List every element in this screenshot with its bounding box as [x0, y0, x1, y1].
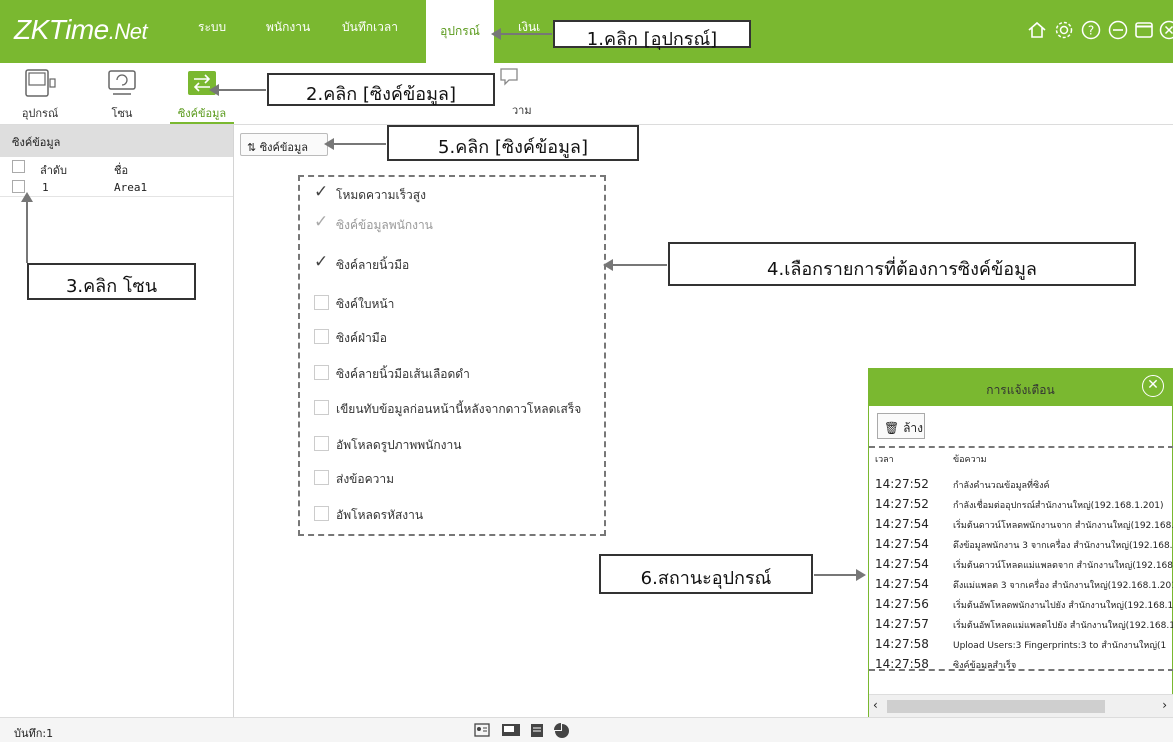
pie-chart-icon[interactable]: [554, 723, 570, 739]
minimize-icon[interactable]: [1108, 20, 1128, 40]
callout-step-1: 1.คลิก [อุปกรณ์]: [553, 20, 751, 50]
report-icon[interactable]: [529, 723, 545, 738]
log-row: 14:27:57 เริ่มต้นอัพโหลดแม่แพลตไปยัง สำนั…: [875, 617, 1173, 631]
arrow-1: [491, 28, 552, 40]
option-checkbox[interactable]: [314, 182, 329, 202]
arrow-3-head: [21, 192, 33, 202]
clear-button[interactable]: 🗑 ล้าง: [877, 413, 925, 439]
option-checkbox[interactable]: [314, 365, 329, 380]
zone-icon: [108, 70, 136, 95]
arrow-2: [209, 84, 266, 96]
app-logo: ZKTime.Net: [14, 14, 148, 45]
log-row: 14:27:58 ซิงค์ข้อมูลสำเร็จ: [875, 657, 1017, 671]
nav-employee[interactable]: พนักงาน: [266, 18, 310, 37]
panel-title: ซิงค์ข้อมูล: [0, 125, 233, 157]
log-row: 14:27:52 กำลังคำนวณข้อมูลที่ซิงค์: [875, 477, 1050, 491]
option-checkbox[interactable]: [314, 436, 329, 451]
option-checkbox[interactable]: [314, 400, 329, 415]
log-msg-header: ข้อความ: [953, 455, 987, 465]
sync-small-icon: ⇅: [247, 141, 260, 154]
option-checkbox[interactable]: [314, 506, 329, 521]
svg-text:?: ?: [1088, 24, 1094, 38]
help-icon[interactable]: ?: [1081, 20, 1101, 40]
log-table: เวลา ข้อความ 14:27:52 กำลังคำนวณข้อมูลที่…: [869, 446, 1173, 671]
table-row[interactable]: 1 Area1: [0, 177, 233, 197]
log-row: 14:27:54 เริ่มต้นดาวน์โหลดพนักงานจาก สำนั…: [875, 517, 1173, 531]
nav-attendance[interactable]: บันทึกเวลา: [342, 18, 398, 37]
status-bar: บันทึก:1: [0, 717, 1173, 742]
callout-step-2: 2.คลิก [ซิงค์ข้อมูล]: [267, 73, 495, 106]
sync-data-button[interactable]: ⇅ ซิงค์ข้อมูล: [240, 133, 328, 156]
log-row: 14:27:56 เริ่มต้นอัพโหลดพนักงานไปยัง สำนั…: [875, 597, 1173, 611]
record-count: บันทึก:1: [14, 727, 54, 740]
log-time-header: เวลา: [875, 455, 894, 465]
arrow-5: [324, 138, 386, 150]
sync-options-box: โหมดความเร็วสูง ซิงค์ข้อมูลพนักงาน ซิงค์…: [298, 175, 606, 536]
device-icon: [25, 69, 56, 97]
callout-step-5: 5.คลิก [ซิงค์ข้อมูล]: [387, 125, 639, 161]
gear-icon[interactable]: [1054, 20, 1074, 40]
notification-close-icon[interactable]: ✕: [1142, 375, 1164, 397]
nav-system[interactable]: ระบบ: [198, 18, 226, 37]
arrow-4: [603, 259, 667, 271]
option-checkbox[interactable]: [314, 252, 329, 272]
log-row: 14:27:58 Upload Users:3 Fingerprints:3 to…: [875, 637, 1167, 651]
log-row: 14:27:54 ดึงข้อมูลพนักงาน 3 จากเครื่อง สำ…: [875, 537, 1173, 551]
toolbar-partial-label: วาม: [512, 104, 532, 117]
maximize-icon[interactable]: [1134, 20, 1154, 40]
toolbar-device-button[interactable]: อุปกรณ์: [8, 63, 72, 125]
log-row: 14:27:54 เริ่มต้นดาวน์โหลดแม่แพลตจาก สำนั…: [875, 557, 1173, 571]
toolbar-zone-button[interactable]: โซน: [90, 63, 154, 125]
close-icon[interactable]: [1159, 20, 1173, 40]
option-checkbox: [314, 212, 329, 232]
scroll-right-icon[interactable]: ›: [1162, 698, 1167, 712]
id-card-icon[interactable]: [474, 723, 490, 737]
toolbar-sync-button[interactable]: ซิงค์ข้อมูล: [170, 63, 234, 125]
callout-step-6: 6.สถานะอุปกรณ์: [599, 554, 813, 594]
log-row: 14:27:52 กำลังเชื่อมต่ออุปกรณ์สำนักงานใหญ…: [875, 497, 1164, 511]
callout-step-4: 4.เลือกรายการที่ต้องการซิงค์ข้อมูล: [668, 242, 1136, 286]
scroll-left-icon[interactable]: ‹: [873, 698, 878, 712]
device-status-icon[interactable]: [501, 723, 521, 737]
home-icon[interactable]: [1027, 20, 1047, 40]
arrow-6: [814, 569, 866, 581]
message-icon[interactable]: [498, 66, 520, 88]
nav-device[interactable]: อุปกรณ์: [426, 0, 494, 63]
notification-header: การแจ้งเตือน ✕: [869, 369, 1172, 406]
log-row: 14:27:54 ดึงแม่แพลต 3 จากเครื่อง สำนักงาน…: [875, 577, 1173, 591]
option-checkbox[interactable]: [314, 470, 329, 485]
option-checkbox[interactable]: [314, 295, 329, 310]
zone-panel: ซิงค์ข้อมูล ลำดับ ชื่อ 1 Area1: [0, 125, 234, 717]
arrow-3: [26, 200, 28, 263]
notification-title: การแจ้งเตือน: [986, 383, 1055, 397]
scroll-thumb[interactable]: [887, 700, 1105, 713]
horizontal-scrollbar[interactable]: ‹ ›: [869, 694, 1173, 717]
trash-icon: 🗑: [884, 421, 900, 435]
notification-window: การแจ้งเตือน ✕ 🗑 ล้าง เวลา ข้อความ 14:27…: [868, 368, 1173, 718]
callout-step-3: 3.คลิก โซน: [27, 263, 196, 300]
option-checkbox[interactable]: [314, 329, 329, 344]
table-header: ลำดับ ชื่อ: [0, 157, 233, 177]
row-index: 1: [42, 181, 49, 194]
row-name: Area1: [114, 181, 148, 194]
select-all-checkbox[interactable]: [12, 160, 25, 173]
